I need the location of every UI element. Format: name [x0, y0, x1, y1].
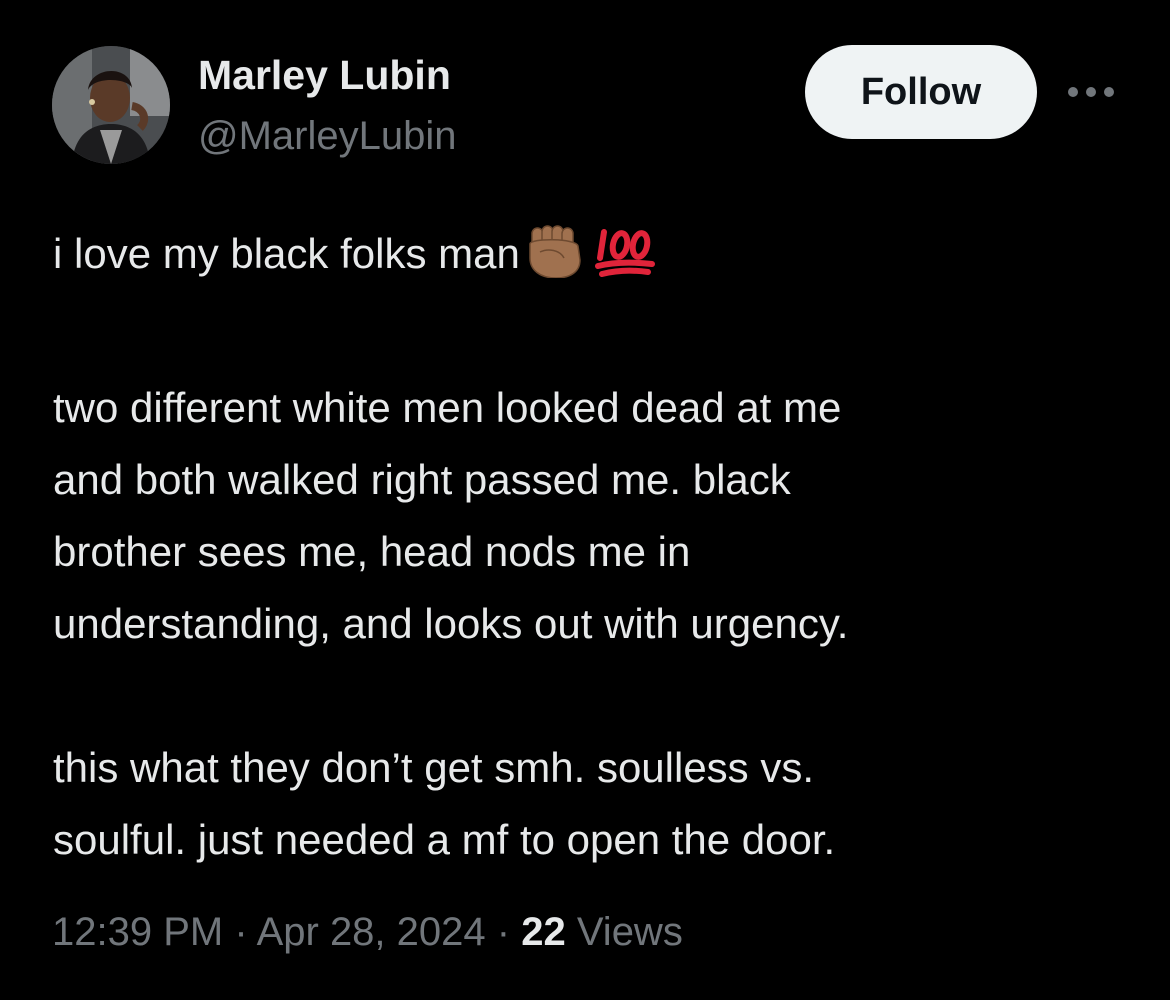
hundred-points-emoji-icon: [594, 224, 658, 300]
tweet-line: and both walked right passed me. black: [53, 456, 791, 503]
tweet-line: understanding, and looks out with urgenc…: [53, 600, 849, 647]
tweet-line: two different white men looked dead at m…: [53, 384, 842, 431]
raised-fist-emoji-icon: [526, 224, 588, 300]
tweet-card: Marley Lubin @MarleyLubin Follow i love …: [0, 0, 1170, 1000]
ellipsis-dot: [1104, 87, 1114, 97]
tweet-line: soulful. just needed a mf to open the do…: [53, 816, 836, 863]
tweet-text: i love my black folks man two different …: [53, 218, 1133, 876]
meta-separator: ·: [496, 910, 511, 954]
ellipsis-dot: [1068, 87, 1078, 97]
tweet-time[interactable]: 12:39 PM: [52, 910, 223, 954]
meta-separator: ·: [234, 910, 248, 954]
display-name[interactable]: Marley Lubin: [198, 52, 451, 98]
avatar-image: [52, 46, 170, 164]
tweet-line: this what they don’t get smh. soulless v…: [53, 744, 815, 791]
views-count: 22: [521, 910, 566, 954]
user-handle[interactable]: @MarleyLubin: [198, 114, 457, 158]
ellipsis-dot: [1086, 87, 1096, 97]
tweet-line-text: i love my black folks man: [53, 230, 520, 277]
tweet-line: brother sees me, head nods me in: [53, 528, 691, 575]
views-label: Views: [576, 910, 683, 954]
tweet-line: i love my black folks man: [53, 218, 1133, 300]
tweet-date[interactable]: Apr 28, 2024: [257, 910, 486, 954]
tweet-meta: 12:39 PM · Apr 28, 2024 · 22 Views: [52, 906, 683, 958]
avatar[interactable]: [52, 46, 170, 164]
follow-button[interactable]: Follow: [805, 45, 1037, 139]
ellipsis-icon[interactable]: [1068, 84, 1114, 100]
